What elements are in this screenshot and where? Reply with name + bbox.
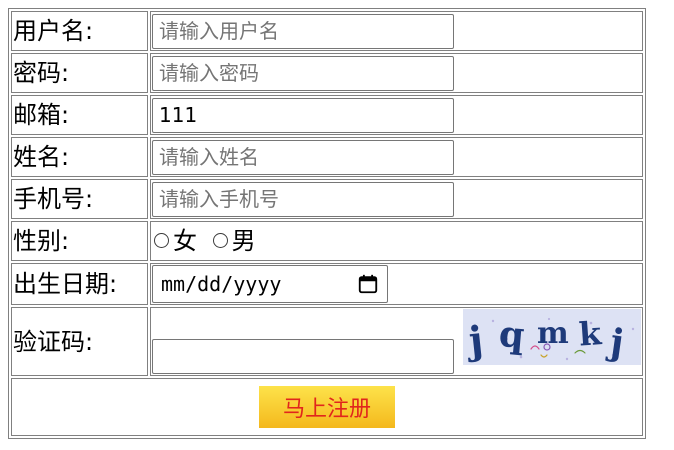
name-label: 姓名:: [11, 137, 148, 177]
name-row: 姓名:: [11, 137, 643, 177]
calendar-icon[interactable]: [357, 273, 379, 295]
submit-row: 马上注册: [11, 378, 643, 436]
birthdate-placeholder: mm/dd/yyyy: [161, 272, 282, 296]
registration-table: 用户名: 密码: 邮箱: 姓名: 手机号:: [8, 8, 646, 439]
birthdate-row: 出生日期: mm/dd/yyyy: [11, 263, 643, 305]
password-row: 密码:: [11, 53, 643, 93]
username-input[interactable]: [152, 13, 454, 49]
gender-female-label: 女: [173, 227, 197, 255]
captcha-row: 验证码: j q m k j: [11, 307, 643, 376]
radio-male[interactable]: [212, 232, 228, 248]
gender-option-female[interactable]: 女: [152, 227, 205, 255]
register-button[interactable]: 马上注册: [259, 386, 395, 428]
radio-female[interactable]: [154, 232, 169, 248]
password-input[interactable]: [152, 55, 454, 91]
gender-label: 性别:: [11, 221, 148, 261]
username-row: 用户名:: [11, 11, 643, 51]
phone-row: 手机号:: [11, 179, 643, 219]
gender-option-male[interactable]: 男: [211, 227, 256, 255]
password-label: 密码:: [11, 53, 148, 93]
birthdate-label: 出生日期:: [11, 263, 148, 305]
name-input[interactable]: [152, 139, 454, 175]
gender-male-label: 男: [231, 227, 256, 255]
svg-text:q: q: [497, 313, 526, 357]
registration-form: 用户名: 密码: 邮箱: 姓名: 手机号:: [8, 8, 646, 439]
email-input[interactable]: [152, 97, 454, 133]
email-label: 邮箱:: [11, 95, 148, 135]
phone-input[interactable]: [152, 181, 454, 217]
svg-text:m: m: [537, 316, 569, 351]
captcha-input[interactable]: [152, 339, 454, 374]
captcha-label: 验证码:: [11, 307, 148, 376]
email-row: 邮箱:: [11, 95, 643, 135]
svg-text:k: k: [578, 314, 604, 354]
birthdate-input[interactable]: mm/dd/yyyy: [152, 265, 388, 303]
gender-row: 性别: 女 男: [11, 221, 643, 261]
username-label: 用户名:: [11, 11, 148, 51]
captcha-image[interactable]: j q m k j: [463, 309, 641, 365]
phone-label: 手机号:: [11, 179, 148, 219]
